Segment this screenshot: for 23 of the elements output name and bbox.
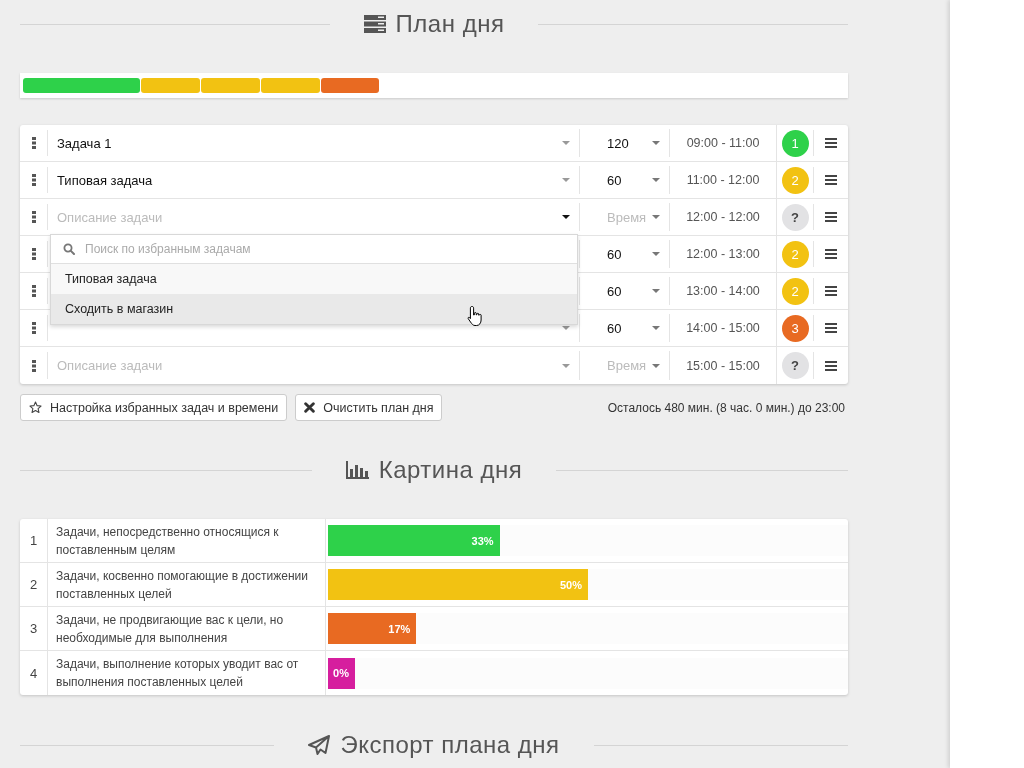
row-number: 2: [29, 577, 38, 592]
category-description: Задачи, не продвигающие вас к цели, но необходимые для выполнения: [56, 611, 285, 647]
time-range: 14:00 - 15:00: [686, 321, 760, 335]
percent-bar: 33%: [328, 525, 500, 556]
category-description: Задачи, непосредственно относящися к поставленным целям: [56, 523, 280, 559]
section-title: План дня: [395, 10, 505, 38]
time-range: 12:00 - 13:00: [686, 247, 760, 261]
row-number: 3: [29, 621, 38, 636]
row-number: 1: [29, 533, 38, 548]
remaining-time-text: Осталось 480 мин. (8 час. 0 мин.) до 23:00: [607, 400, 845, 415]
time-range: 13:00 - 14:00: [686, 284, 760, 298]
percent-bar: 17%: [328, 613, 417, 644]
time-range: 11:00 - 12:00: [686, 173, 760, 187]
percent-bar: 0%: [328, 657, 355, 689]
time-range: 12:00 - 12:00: [686, 210, 760, 224]
time-range: 15:00 - 15:00: [686, 358, 760, 373]
section-title: Экспорт плана дня: [340, 731, 560, 759]
section-title: Картина дня: [378, 456, 523, 484]
row-number: 4: [29, 665, 38, 681]
category-description: Задачи, выполнение которых уводит вас от выполнения поставленных целей: [56, 656, 300, 691]
category-description: Задачи, косвенно помогающие в достижении поставленных целей: [56, 567, 309, 603]
time-range: 09:00 - 11:00: [686, 136, 760, 150]
percent-bar: 50%: [328, 569, 588, 600]
